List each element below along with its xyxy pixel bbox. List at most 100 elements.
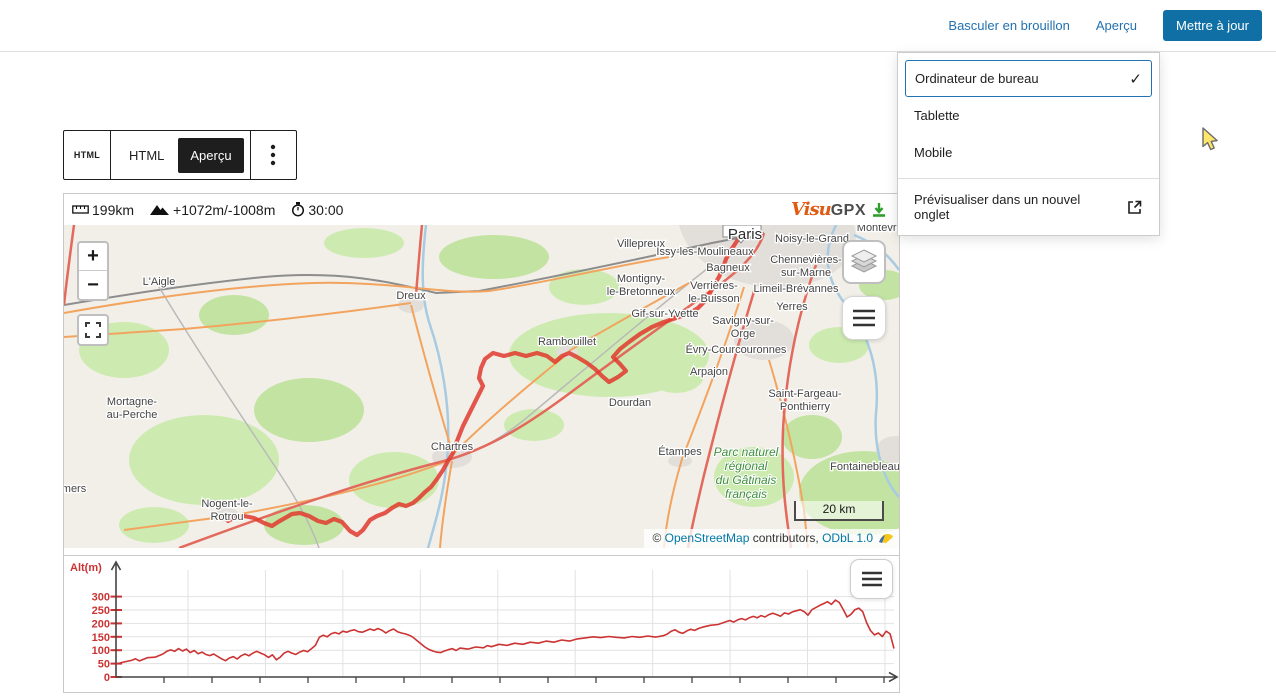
update-button[interactable]: Mettre à jour (1163, 10, 1262, 41)
svg-text:Fontainebleau: Fontainebleau (830, 461, 899, 473)
fullscreen-button[interactable] (77, 314, 109, 346)
zoom-in-button[interactable]: + (79, 243, 107, 271)
svg-text:du Gâtinais: du Gâtinais (716, 473, 777, 487)
map-canvas[interactable]: VillepreuxIssy-les-MoulineauxParisNoisy-… (64, 225, 899, 548)
svg-text:mers: mers (64, 483, 87, 495)
map-menu-button[interactable] (842, 296, 886, 340)
svg-text:Mortagne-: Mortagne- (107, 396, 157, 408)
svg-text:Rambouillet: Rambouillet (538, 336, 596, 348)
attribution-flag-icon (878, 532, 894, 544)
time-stat: 30:00 (291, 202, 343, 218)
menu-item-desktop[interactable]: Ordinateur de bureau ✓ (905, 60, 1152, 97)
layers-button[interactable] (842, 240, 886, 284)
svg-text:Yerres: Yerres (776, 301, 808, 313)
svg-text:0: 0 (104, 672, 110, 684)
check-icon: ✓ (1129, 70, 1142, 88)
zoom-out-button[interactable]: − (79, 271, 107, 299)
svg-text:Limeil-Brévannes: Limeil-Brévannes (754, 283, 839, 295)
svg-text:Verrières-: Verrières- (690, 280, 738, 292)
svg-text:Chennevières-: Chennevières- (770, 254, 842, 266)
visugpx-logo[interactable]: VisuGPX (791, 199, 891, 220)
svg-text:français: français (725, 487, 767, 501)
block-toolbar: HTML HTML Aperçu (63, 130, 297, 180)
gpx-stats-bar: 199km +1072m/-1008m 30:00 VisuGPX (64, 194, 899, 225)
svg-text:Orge: Orge (731, 328, 755, 340)
fullscreen-icon (85, 322, 101, 338)
elevation-stat: +1072m/-1008m (150, 202, 275, 218)
svg-text:Paris: Paris (728, 226, 762, 243)
logo-gpx: GPX (831, 202, 866, 219)
hamburger-icon (861, 571, 883, 587)
svg-text:Arpajon: Arpajon (690, 366, 728, 378)
svg-text:250: 250 (92, 605, 110, 617)
chart-menu-button[interactable] (850, 559, 893, 599)
elevation-chart-canvas: 050 100150 200250300 (64, 556, 899, 691)
attribution-contributors: contributors, (749, 531, 822, 545)
html-block-icon[interactable]: HTML (64, 131, 111, 179)
elevation-chart[interactable]: Alt(m) 050 100150 200250300 (64, 555, 899, 690)
layers-icon (849, 248, 879, 276)
mouse-cursor (1201, 127, 1223, 153)
svg-text:100: 100 (92, 645, 110, 657)
distance-value: 199km (92, 202, 134, 218)
svg-text:le-Buisson: le-Buisson (688, 293, 739, 305)
preview-link[interactable]: Aperçu (1096, 18, 1137, 33)
svg-text:Étampes: Étampes (658, 445, 702, 458)
attribution-copyright: © (652, 531, 664, 545)
chart-y-axis-label: Alt(m) (70, 562, 102, 574)
time-value: 30:00 (308, 202, 343, 218)
stopwatch-icon (291, 202, 305, 217)
menu-item-mobile[interactable]: Mobile (905, 134, 1152, 171)
svg-text:Montévrain: Montévrain (857, 225, 899, 234)
svg-text:Nogent-le-: Nogent-le- (201, 498, 253, 510)
menu-item-label: Ordinateur de bureau (915, 71, 1129, 86)
visugpx-embed: 199km +1072m/-1008m 30:00 VisuGPX (63, 193, 900, 693)
menu-item-label: Tablette (914, 108, 1143, 123)
tab-preview[interactable]: Aperçu (178, 138, 243, 173)
switch-to-draft-link[interactable]: Basculer en brouillon (948, 18, 1069, 33)
svg-text:Saint-Fargeau-: Saint-Fargeau- (768, 388, 842, 400)
svg-text:50: 50 (98, 659, 110, 671)
svg-text:sur-Marne: sur-Marne (781, 267, 831, 279)
block-mode-tabs: HTML Aperçu (111, 131, 251, 179)
elevation-value: +1072m/-1008m (173, 202, 275, 218)
preview-options-popover: Ordinateur de bureau ✓ Tablette Mobile P… (897, 52, 1160, 236)
logo-visu: Visu (791, 199, 831, 220)
svg-text:Gif-sur-Yvette: Gif-sur-Yvette (631, 308, 698, 320)
osm-link[interactable]: OpenStreetMap (665, 531, 750, 545)
distance-stat: 199km (72, 202, 134, 218)
map-scale: 20 km (794, 501, 884, 521)
svg-text:Évry-Courcouronnes: Évry-Courcouronnes (686, 343, 787, 356)
editor-topbar: Basculer en brouillon Aperçu Mettre à jo… (0, 0, 1276, 52)
svg-text:200: 200 (92, 618, 110, 630)
map[interactable]: VillepreuxIssy-les-MoulineauxParisNoisy-… (64, 225, 899, 548)
svg-text:Ponthierry: Ponthierry (780, 401, 831, 413)
html-block-icon-label: HTML (74, 150, 100, 160)
svg-text:Noisy-le-Grand: Noisy-le-Grand (775, 233, 849, 245)
map-attribution: © OpenStreetMap contributors, ODbL 1.0 (644, 529, 899, 548)
svg-text:Issy-les-Moulineaux: Issy-les-Moulineaux (656, 246, 754, 258)
svg-text:au-Perche: au-Perche (107, 409, 158, 421)
preview-in-new-tab-item[interactable]: Prévisualiser dans un nouvel onglet (905, 186, 1152, 228)
download-icon[interactable] (871, 202, 887, 218)
menu-item-tablet[interactable]: Tablette (905, 97, 1152, 134)
external-link-icon (1126, 199, 1143, 216)
svg-text:Parc naturel: Parc naturel (714, 445, 779, 459)
hamburger-icon (852, 309, 876, 327)
svg-text:Rotrou: Rotrou (210, 511, 243, 523)
svg-text:300: 300 (92, 592, 110, 604)
svg-text:Bagneux: Bagneux (706, 262, 750, 274)
svg-text:150: 150 (92, 632, 110, 644)
svg-text:Dreux: Dreux (396, 290, 426, 302)
menu-item-label: Prévisualiser dans un nouvel onglet (914, 192, 1118, 222)
svg-text:le-Bretonneux: le-Bretonneux (607, 286, 676, 298)
ruler-icon (72, 204, 89, 215)
svg-text:Chartres: Chartres (431, 441, 474, 453)
svg-text:Montigny-: Montigny- (617, 273, 666, 285)
tab-html[interactable]: HTML (117, 138, 176, 173)
options-menu-button[interactable] (251, 131, 296, 179)
vertical-ellipsis-icon (270, 144, 276, 166)
odbl-link[interactable]: ODbL 1.0 (822, 531, 873, 545)
svg-text:Savigny-sur-: Savigny-sur- (712, 315, 774, 327)
mountain-icon (150, 203, 170, 216)
